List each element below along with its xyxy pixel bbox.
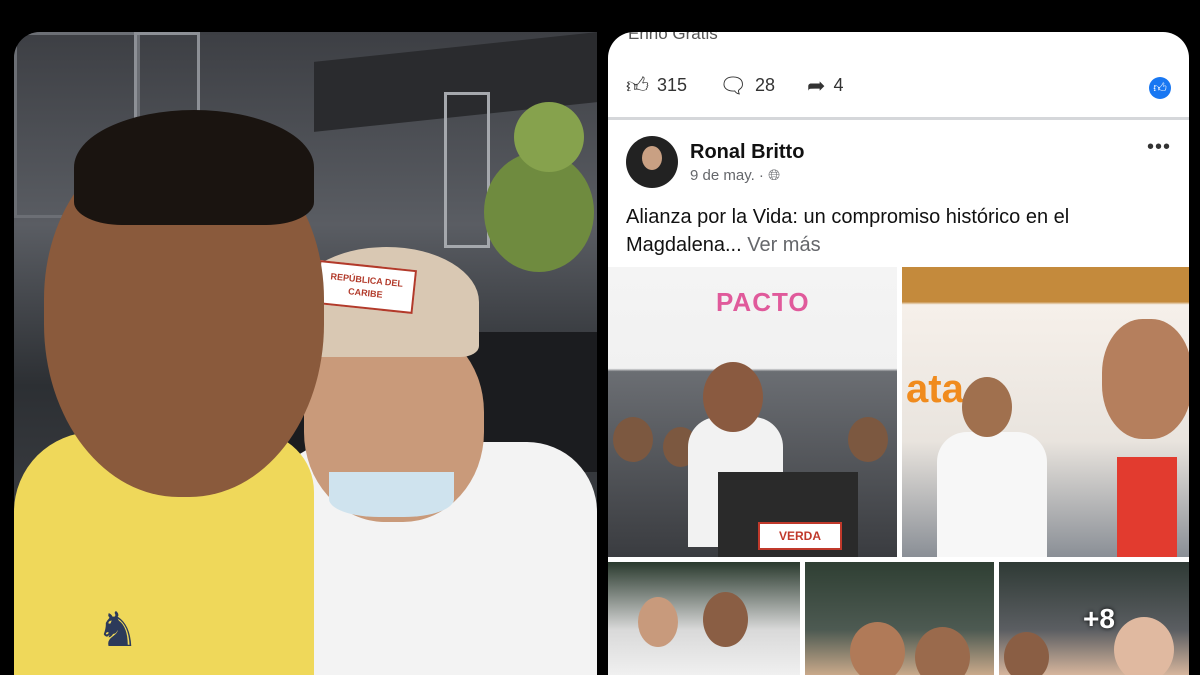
comment-icon[interactable]: 🗨︎ xyxy=(719,73,747,99)
speaker-head xyxy=(703,362,763,432)
post-text: Alianza por la Vida: un compromiso histó… xyxy=(626,206,1070,256)
more-options-icon[interactable]: ••• xyxy=(1147,136,1171,159)
singer-body xyxy=(937,432,1047,557)
share-count[interactable]: 4 xyxy=(833,75,843,96)
post-body: Alianza por la Vida: un compromiso histó… xyxy=(626,203,1171,259)
comment-count[interactable]: 28 xyxy=(755,75,775,96)
more-photos-count[interactable]: +8 xyxy=(999,562,1189,675)
post-image-4[interactable] xyxy=(805,562,994,675)
like-icon[interactable]: 👍︎ xyxy=(626,72,649,99)
plant-top xyxy=(514,102,584,172)
share-icon[interactable]: ➦ xyxy=(807,73,825,99)
banner-portrait xyxy=(1102,319,1189,439)
post-image-3[interactable] xyxy=(608,562,800,675)
red-stole xyxy=(1117,457,1177,557)
selfie-photo: REPÚBLICA DEL CARIBE ♞ xyxy=(14,32,597,675)
crowd-person xyxy=(638,597,678,647)
crowd-person xyxy=(703,592,748,647)
like-count[interactable]: 315 xyxy=(657,75,687,96)
facebook-post: Enno Gratis 👍︎ 315 🗨︎ 28 ➦ 4 👍︎ Ronal Br… xyxy=(608,32,1189,675)
man-hair xyxy=(74,110,314,225)
author-avatar[interactable] xyxy=(626,136,678,188)
cap-patch-text: REPÚBLICA DEL CARIBE xyxy=(330,271,404,300)
stage-truss-right xyxy=(444,92,490,248)
crowd-person xyxy=(848,417,888,462)
pacto-banner: PACTO xyxy=(716,287,810,317)
post-divider xyxy=(608,117,1189,120)
crowd-person xyxy=(915,627,970,675)
post-date-text[interactable]: 9 de may. · xyxy=(690,167,764,184)
face-mask xyxy=(329,472,454,517)
horse-logo-icon: ♞ xyxy=(96,604,140,657)
post-image-5[interactable]: +8 xyxy=(999,562,1189,675)
crowd-person xyxy=(850,622,905,675)
globe-icon: 🌐︎ xyxy=(768,167,781,184)
post-image-1[interactable]: PACTO VERDA xyxy=(608,267,897,557)
podium-sign: VERDA xyxy=(758,522,842,550)
reaction-bar: 👍︎ 315 🗨︎ 28 ➦ 4 xyxy=(626,72,867,99)
stage-banner-text: ata xyxy=(906,367,964,411)
see-more-link[interactable]: Ver más xyxy=(747,234,820,256)
crowd-person xyxy=(613,417,653,462)
clipped-previous-text: Enno Gratis xyxy=(628,32,718,43)
facebook-like-badge-icon: 👍︎ xyxy=(1149,77,1171,99)
singer-head xyxy=(962,377,1012,437)
post-date[interactable]: 9 de may. · 🌐︎ xyxy=(690,167,780,184)
post-image-2[interactable]: ata xyxy=(902,267,1189,557)
author-name[interactable]: Ronal Britto xyxy=(690,141,804,164)
